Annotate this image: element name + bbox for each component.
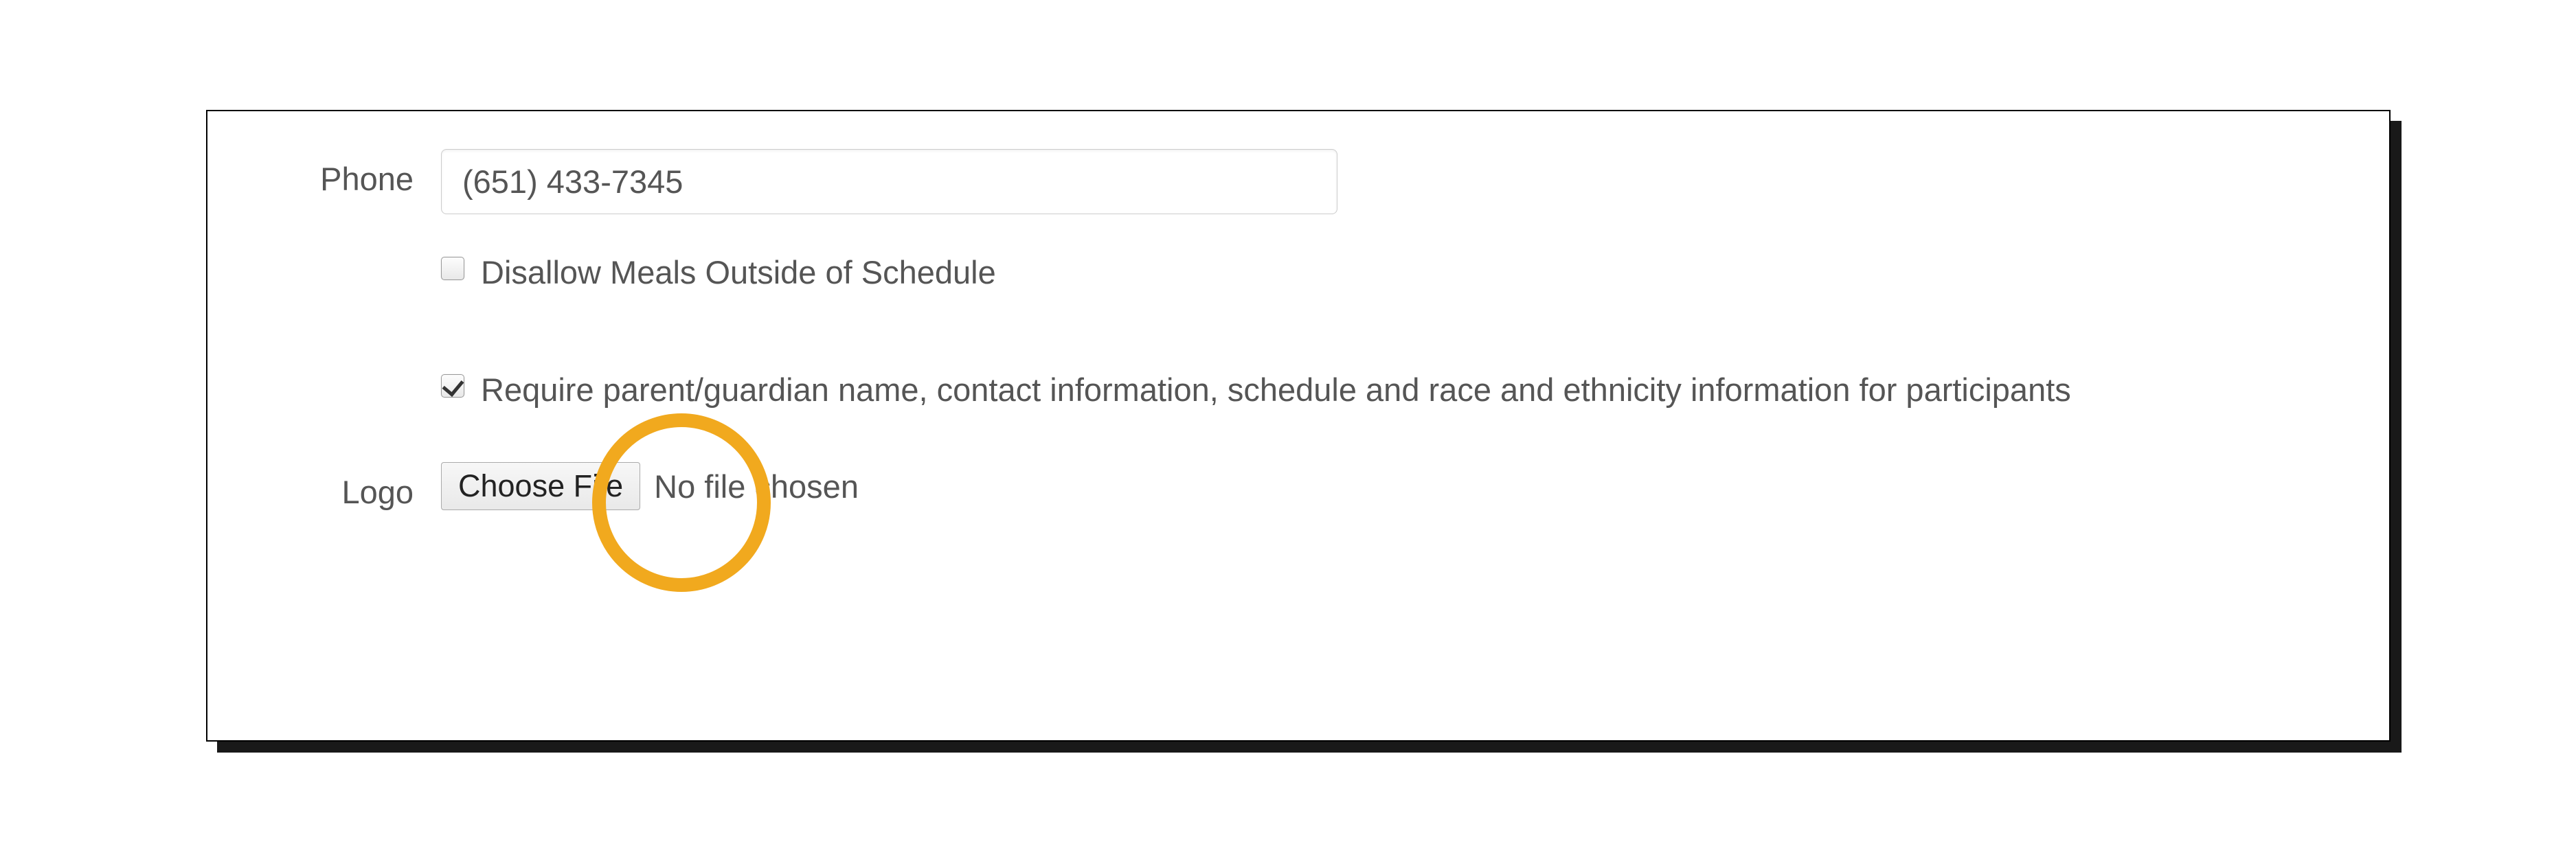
disallow-meals-label: Disallow Meals Outside of Schedule: [481, 249, 996, 297]
form-panel: Phone Disallow Meals Outside of Schedule…: [206, 110, 2391, 742]
require-info-checkbox[interactable]: [441, 374, 464, 398]
row-require-info: Require parent/guardian name, contact in…: [207, 366, 2389, 415]
phone-input[interactable]: [441, 149, 1337, 214]
disallow-meals-checkbox[interactable]: [441, 257, 464, 280]
row-disallow-meals: Disallow Meals Outside of Schedule: [207, 249, 2389, 297]
file-chosen-status: No file chosen: [654, 468, 859, 505]
row-phone: Phone: [207, 149, 2389, 214]
phone-label: Phone: [207, 149, 441, 198]
require-info-label: Require parent/guardian name, contact in…: [481, 366, 2071, 415]
logo-label: Logo: [207, 462, 441, 511]
row-logo: Logo Choose File No file chosen: [207, 462, 2389, 511]
choose-file-button[interactable]: Choose File: [441, 462, 640, 510]
